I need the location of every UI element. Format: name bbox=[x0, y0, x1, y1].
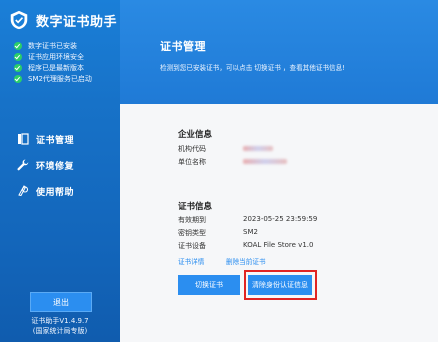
cert-details-link[interactable]: 证书详情 bbox=[178, 256, 204, 266]
status-item: 数字证书已安装 bbox=[14, 40, 92, 51]
logout-button[interactable]: 退出 bbox=[30, 292, 92, 312]
device-value: KOAL File Store v1.0 bbox=[243, 241, 314, 249]
sidebar-item-env-repair[interactable]: 环境修复 bbox=[0, 152, 120, 178]
status-text: 程序已是最新版本 bbox=[28, 63, 84, 72]
sidebar-item-label: 环境修复 bbox=[36, 161, 75, 172]
device-label: 证书设备 bbox=[178, 242, 206, 250]
status-item: SM2代理服务已启动 bbox=[14, 73, 92, 84]
sidebar-item-help[interactable]: 使用帮助 bbox=[0, 178, 120, 204]
highlight-annotation bbox=[244, 270, 317, 300]
sidebar-item-label: 使用帮助 bbox=[36, 187, 75, 198]
enterprise-info-title: 企业信息 bbox=[178, 130, 213, 140]
sidebar-nav: 证书管理 环境修复 使用帮助 bbox=[0, 126, 120, 204]
app-logo-icon bbox=[10, 10, 28, 30]
check-circle-icon bbox=[14, 74, 22, 83]
version-info: 证书助手V1.4.9.7 (国家统计局专版) bbox=[0, 316, 120, 336]
status-text: 数字证书已安装 bbox=[28, 41, 77, 50]
status-text: SM2代理服务已启动 bbox=[28, 74, 92, 83]
page-header: 证书管理 检测到您已安装证书，可以点击 切换证书 ，查看其他证书信息! bbox=[120, 0, 438, 104]
org-name-label: 单位名称 bbox=[178, 158, 206, 166]
org-name-value-redacted bbox=[243, 159, 287, 164]
delete-cert-link[interactable]: 删除当前证书 bbox=[226, 256, 266, 266]
key-type-value: SM2 bbox=[243, 228, 258, 236]
page-title: 证书管理 bbox=[160, 40, 206, 53]
help-icon bbox=[16, 184, 30, 198]
org-code-label: 机构代码 bbox=[178, 145, 206, 153]
org-code-value-redacted bbox=[243, 146, 273, 151]
sidebar: 数字证书助手 数字证书已安装 证书应用环境安全 程序已是最新版本 SM2代理服务… bbox=[0, 0, 120, 342]
check-circle-icon bbox=[14, 52, 22, 61]
page-description: 检测到您已安装证书，可以点击 切换证书 ，查看其他证书信息! bbox=[160, 64, 345, 72]
validity-label: 有效期到 bbox=[178, 216, 206, 224]
brand: 数字证书助手 bbox=[8, 9, 117, 31]
sidebar-item-label: 证书管理 bbox=[36, 135, 75, 146]
sidebar-item-cert-manage[interactable]: 证书管理 bbox=[0, 126, 120, 152]
wrench-icon bbox=[16, 158, 30, 172]
switch-cert-button[interactable]: 切换证书 bbox=[178, 275, 240, 295]
status-list: 数字证书已安装 证书应用环境安全 程序已是最新版本 SM2代理服务已启动 bbox=[14, 40, 92, 84]
app-title: 数字证书助手 bbox=[36, 14, 118, 30]
check-circle-icon bbox=[14, 63, 22, 72]
status-item: 证书应用环境安全 bbox=[14, 51, 92, 62]
certificate-icon bbox=[16, 132, 30, 146]
version-line: 证书助手V1.4.9.7 bbox=[31, 317, 89, 325]
version-edition: (国家统计局专版) bbox=[32, 327, 88, 335]
check-circle-icon bbox=[14, 41, 22, 50]
status-item: 程序已是最新版本 bbox=[14, 62, 92, 73]
status-text: 证书应用环境安全 bbox=[28, 52, 84, 61]
cert-info-title: 证书信息 bbox=[178, 202, 213, 212]
key-type-label: 密钥类型 bbox=[178, 229, 206, 237]
validity-value: 2023-05-25 23:59:59 bbox=[243, 215, 318, 223]
main-content: 企业信息 机构代码 单位名称 证书信息 有效期到 2023-05-25 23:5… bbox=[120, 104, 438, 342]
